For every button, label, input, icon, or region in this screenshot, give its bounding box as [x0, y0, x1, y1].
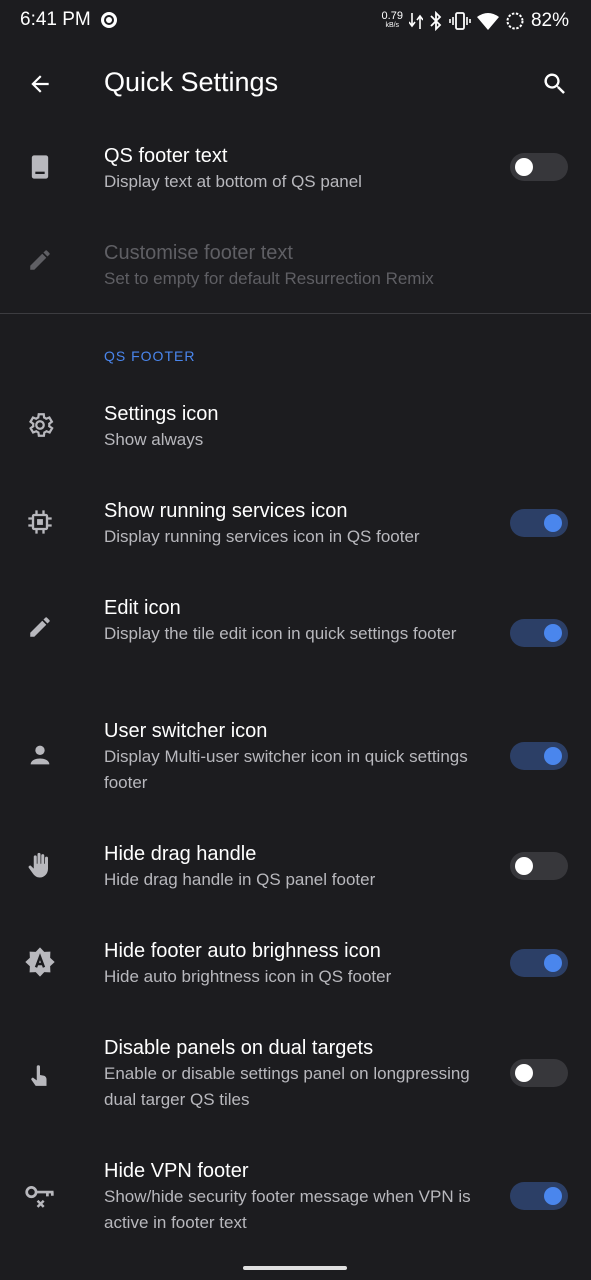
setting-title: Show running services icon: [104, 500, 348, 522]
chip-icon: [23, 505, 57, 539]
section-divider: [0, 313, 591, 314]
setting-edit-icon[interactable]: Edit icon Display the tile edit icon in …: [0, 592, 591, 682]
vibrate-icon: [449, 11, 471, 31]
setting-summary: Display text at bottom of QS panel: [104, 172, 362, 191]
toggle-knob: [544, 954, 562, 972]
status-time: 6:41 PM: [20, 9, 91, 30]
toggle-knob: [544, 1187, 562, 1205]
gear-icon: [23, 408, 57, 442]
toggle-switch[interactable]: [510, 509, 568, 537]
setting-summary: Set to empty for default Resurrection Re…: [104, 269, 434, 288]
gesture-nav-handle[interactable]: [243, 1266, 347, 1270]
setting-qs-footer-text[interactable]: QS footer text Display text at bottom of…: [0, 140, 591, 220]
toggle-switch[interactable]: [510, 619, 568, 647]
setting-title: QS footer text: [104, 145, 228, 167]
auto-brightness-icon: [23, 945, 57, 979]
search-icon: [541, 70, 569, 98]
battery-percent: 82%: [530, 10, 569, 31]
toggle-knob: [544, 624, 562, 642]
toggle-switch[interactable]: [510, 1059, 568, 1087]
status-bar: 6:41 PM 0.79 kB/s 82%: [0, 0, 591, 44]
net-speed: 0.79 kB/s: [381, 10, 403, 30]
arrow-back-icon: [27, 71, 53, 97]
toggle-knob: [544, 747, 562, 765]
setting-settings-icon[interactable]: Settings icon Show always: [0, 398, 591, 468]
setting-customise-footer-text: Customise footer text Set to empty for d…: [0, 237, 591, 307]
tablet-icon: [23, 150, 57, 184]
toggle-knob: [515, 857, 533, 875]
setting-show-running-services-icon[interactable]: Show running services icon Display runni…: [0, 495, 591, 565]
setting-title: Hide VPN footer: [104, 1160, 249, 1182]
vpn-key-off-icon: [23, 1180, 57, 1214]
setting-hide-drag-handle[interactable]: Hide drag handle Hide drag handle in QS …: [0, 838, 591, 908]
toggle-knob: [515, 158, 533, 176]
data-arrows-icon: [408, 11, 423, 31]
setting-summary: Show/hide security footer message when V…: [104, 1187, 471, 1232]
setting-title: Edit icon: [104, 597, 181, 619]
setting-title: User switcher icon: [104, 720, 268, 742]
bluetooth-icon: [429, 11, 443, 31]
setting-title: Customise footer text: [104, 242, 293, 264]
back-button[interactable]: [22, 66, 58, 102]
wifi-icon: [476, 12, 499, 30]
toggle-knob: [544, 514, 562, 532]
toggle-switch[interactable]: [510, 1182, 568, 1210]
setting-hide-footer-auto-brightness-icon[interactable]: Hide footer auto brighness icon Hide aut…: [0, 935, 591, 1005]
net-speed-unit: kB/s: [385, 22, 400, 29]
toggle-knob: [515, 1064, 533, 1082]
hand-icon: [23, 848, 57, 882]
status-icons: 0.79 kB/s 82%: [382, 8, 569, 34]
page-title: Quick Settings: [104, 67, 279, 97]
search-button[interactable]: [537, 66, 573, 102]
toggle-switch[interactable]: [510, 852, 568, 880]
toggle-switch[interactable]: [510, 153, 568, 181]
app-bar: Quick Settings: [0, 44, 591, 124]
setting-title: Hide footer auto brighness icon: [104, 940, 381, 962]
person-icon: [23, 738, 57, 772]
section-header: QS FOOTER: [104, 348, 196, 364]
setting-summary: Enable or disable settings panel on long…: [104, 1064, 470, 1109]
setting-summary: Display running services icon in QS foot…: [104, 527, 420, 546]
touch-icon: [23, 1058, 57, 1092]
pencil-icon: [23, 610, 57, 644]
setting-title: Hide drag handle: [104, 843, 257, 865]
setting-user-switcher-icon[interactable]: User switcher icon Display Multi-user sw…: [0, 715, 591, 805]
setting-disable-panels-on-dual-targets[interactable]: Disable panels on dual targets Enable or…: [0, 1032, 591, 1122]
net-speed-value: 0.79: [381, 10, 403, 22]
pencil-icon: [23, 243, 57, 277]
toggle-switch[interactable]: [510, 949, 568, 977]
setting-summary: Hide drag handle in QS panel footer: [104, 870, 376, 889]
toggle-switch[interactable]: [510, 742, 568, 770]
setting-summary: Hide auto brightness icon in QS footer: [104, 967, 392, 986]
setting-summary: Display Multi-user switcher icon in quic…: [104, 747, 468, 792]
setting-title: Disable panels on dual targets: [104, 1037, 374, 1059]
setting-summary: Show always: [104, 430, 204, 449]
setting-title: Settings icon: [104, 403, 219, 425]
battery-saver-icon: [505, 11, 525, 31]
record-icon: [100, 11, 118, 29]
setting-hide-vpn-footer[interactable]: Hide VPN footer Show/hide security foote…: [0, 1155, 591, 1245]
setting-summary: Display the tile edit icon in quick sett…: [104, 624, 457, 643]
